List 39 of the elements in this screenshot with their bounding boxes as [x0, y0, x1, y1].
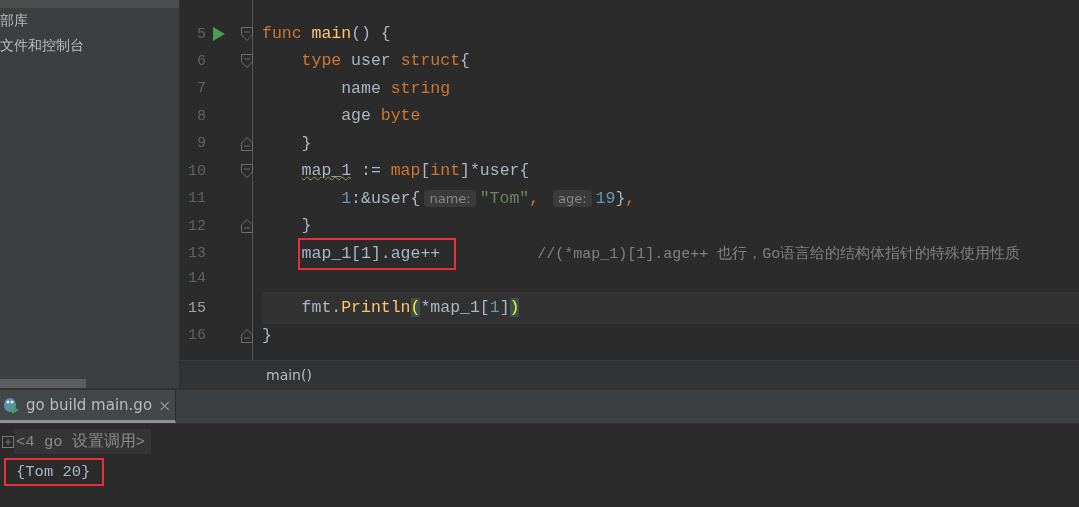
line-number: 16 — [187, 327, 206, 345]
code-line: func main() { — [261, 23, 392, 45]
line-number: 12 — [187, 217, 206, 235]
run-icon[interactable] — [213, 27, 225, 41]
fold-icon[interactable] — [241, 164, 253, 179]
scrollbar[interactable] — [0, 379, 86, 388]
line-number: 13 — [187, 245, 206, 262]
code-comment: //(*map_1)[1].age++ 也行，Go语言给的结构体指针的特殊使用性质 — [537, 244, 1021, 263]
line-number: 6 — [196, 52, 206, 70]
fold-end-icon[interactable] — [241, 219, 253, 234]
code-line: type user struct{ — [300, 50, 471, 73]
console-output: {Tom 20} — [4, 458, 105, 486]
code-line: fmt.Println(*map_1[1]) — [300, 297, 521, 320]
line-number: 7 — [196, 80, 206, 98]
code-line: } — [261, 324, 273, 347]
code-line: age byte — [340, 105, 422, 128]
line-number: 15 — [187, 299, 206, 317]
fold-end-icon[interactable] — [241, 328, 253, 343]
code-line: } — [300, 132, 313, 155]
breadcrumb[interactable]: main() — [266, 366, 312, 383]
line-number: 5 — [196, 25, 206, 43]
tree-item[interactable]: 部库 — [0, 8, 179, 33]
fold-icon[interactable] — [241, 27, 253, 41]
fold-icon[interactable] — [241, 54, 253, 69]
expand-icon[interactable] — [2, 435, 14, 448]
tree-item[interactable]: 文件和控制台 — [0, 33, 179, 58]
code-line: 1:&user{ name: "Tom", age: 19}, — [340, 187, 637, 210]
fold-end-icon[interactable] — [241, 136, 253, 151]
line-number: 11 — [187, 190, 206, 208]
run-tab[interactable]: go build main.go × — [0, 390, 177, 423]
line-number: 10 — [187, 162, 206, 180]
code-line: map_1 := map[int]*user{ — [300, 160, 531, 183]
line-number: 8 — [196, 107, 206, 125]
console-output: <4 go 设置调用> — [14, 429, 152, 454]
line-number: 14 — [187, 270, 206, 288]
code-line: name string — [340, 77, 452, 100]
code-line: } — [300, 215, 313, 238]
line-number: 9 — [196, 135, 206, 153]
gopher-run-icon — [2, 396, 20, 414]
